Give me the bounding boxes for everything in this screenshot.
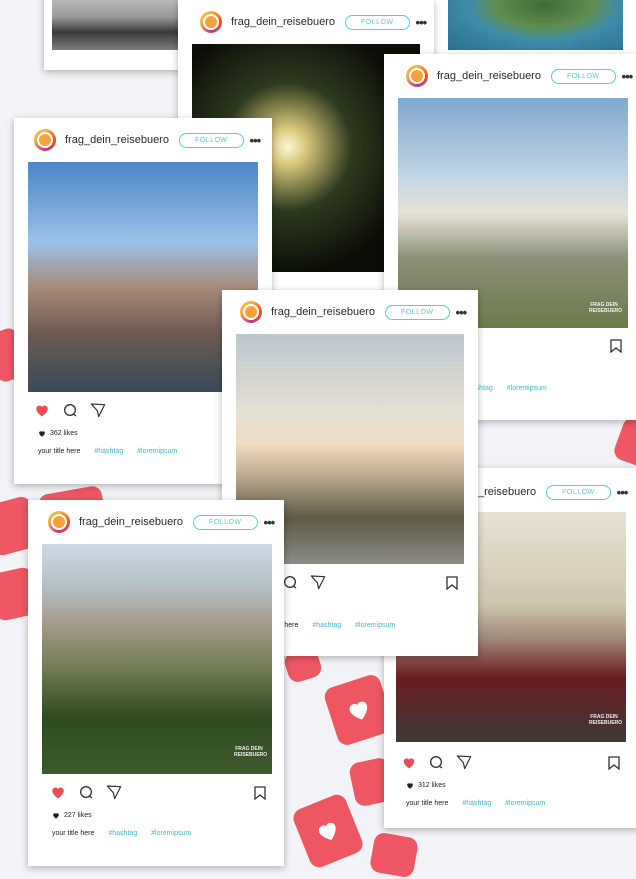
follow-button[interactable]: FOLLOW (384, 304, 450, 320)
likes-count: 362 likes (38, 430, 78, 437)
more-options-icon[interactable]: ••• (617, 486, 629, 499)
post-caption: your title here #hashtag #loremipsum (38, 448, 177, 455)
follow-button[interactable]: FOLLOW (178, 132, 244, 148)
share-icon[interactable] (456, 754, 472, 775)
likes-label: 312 likes (418, 782, 446, 789)
like-heart-icon[interactable] (402, 756, 416, 774)
like-heart-icon[interactable] (34, 403, 50, 422)
post-title: your title here (52, 830, 95, 837)
photo-watermark: FRAG DEIN REISEBUERO (589, 714, 623, 726)
follow-button[interactable]: FOLLOW (344, 14, 410, 30)
post-photo (448, 0, 623, 50)
likes-count: 227 likes (52, 812, 92, 819)
avatar[interactable] (48, 511, 70, 533)
share-icon[interactable] (106, 784, 122, 805)
avatar[interactable] (240, 301, 262, 323)
comment-icon[interactable] (428, 754, 444, 775)
avatar[interactable] (406, 65, 428, 87)
username[interactable]: frag_dein_reisebuero (437, 70, 541, 82)
hashtag-link[interactable]: #loremipsum (137, 448, 177, 455)
bookmark-icon[interactable] (610, 339, 622, 353)
username[interactable]: _reisebuero (478, 486, 536, 498)
post-card-cypress-view: frag_dein_reisebuero FOLLOW ••• FRAG DEI… (28, 500, 284, 866)
post-card-harbor (44, 0, 186, 70)
likes-label: 362 likes (50, 430, 78, 437)
username[interactable]: frag_dein_reisebuero (79, 516, 183, 528)
post-caption: your title here #hashtag #loremipsum (406, 800, 545, 807)
hashtag-link[interactable]: #loremipsum (507, 385, 547, 392)
username[interactable]: frag_dein_reisebuero (65, 134, 169, 146)
hashtag-link[interactable]: #loremipsum (505, 800, 545, 807)
username[interactable]: frag_dein_reisebuero (271, 306, 375, 318)
post-photo (42, 544, 272, 774)
username[interactable]: frag_dein_reisebuero (231, 16, 335, 28)
hashtag-link[interactable]: #hashtag (108, 830, 137, 837)
heart-icon (349, 701, 368, 720)
follow-button[interactable]: FOLLOW (546, 484, 611, 500)
avatar[interactable] (34, 129, 56, 151)
bookmark-icon[interactable] (446, 576, 458, 590)
like-heart-icon[interactable] (50, 785, 66, 804)
heart-small-icon (407, 783, 413, 789)
bookmark-icon[interactable] (254, 786, 266, 800)
hashtag-link[interactable]: #loremipsum (151, 830, 191, 837)
more-options-icon[interactable]: ••• (264, 516, 276, 529)
post-actions (282, 574, 338, 595)
post-caption: your title here #hashtag #loremipsum (52, 830, 191, 837)
post-actions (402, 754, 484, 775)
background-heart-badge (368, 831, 420, 879)
post-title: your title here (38, 448, 81, 455)
more-options-icon[interactable]: ••• (250, 134, 262, 147)
photo-watermark: FRAG DEIN REISEBUERO (234, 746, 268, 758)
share-icon[interactable] (90, 402, 106, 423)
post-card-island (430, 0, 636, 60)
hashtag-link[interactable]: #hashtag (462, 800, 491, 807)
background-heart-badge (290, 791, 366, 871)
heart-icon (318, 822, 336, 840)
follow-button[interactable]: FOLLOW (550, 68, 616, 84)
share-icon[interactable] (310, 574, 326, 595)
more-options-icon[interactable]: ••• (416, 16, 428, 29)
hashtag-link[interactable]: #loremipsum (355, 622, 395, 629)
avatar[interactable] (200, 11, 222, 33)
post-actions (50, 784, 134, 805)
hashtag-link[interactable]: #hashtag (312, 622, 341, 629)
comment-icon[interactable] (62, 402, 78, 423)
post-photo (52, 0, 178, 50)
more-options-icon[interactable]: ••• (622, 70, 634, 83)
likes-label: 227 likes (64, 812, 92, 819)
photo-watermark: FRAG DEIN REISEBUERO (589, 302, 623, 314)
comment-icon[interactable] (282, 574, 298, 595)
follow-button[interactable]: FOLLOW (192, 514, 258, 530)
post-title: your title here (406, 800, 449, 807)
comment-icon[interactable] (78, 784, 94, 805)
background-heart-badge (611, 415, 636, 469)
heart-small-icon (39, 431, 45, 437)
bookmark-icon[interactable] (608, 756, 620, 770)
more-options-icon[interactable]: ••• (456, 306, 468, 319)
hashtag-link[interactable]: #hashtag (94, 448, 123, 455)
heart-small-icon (53, 813, 59, 819)
post-actions (34, 402, 118, 423)
likes-count: 312 likes (406, 782, 446, 789)
